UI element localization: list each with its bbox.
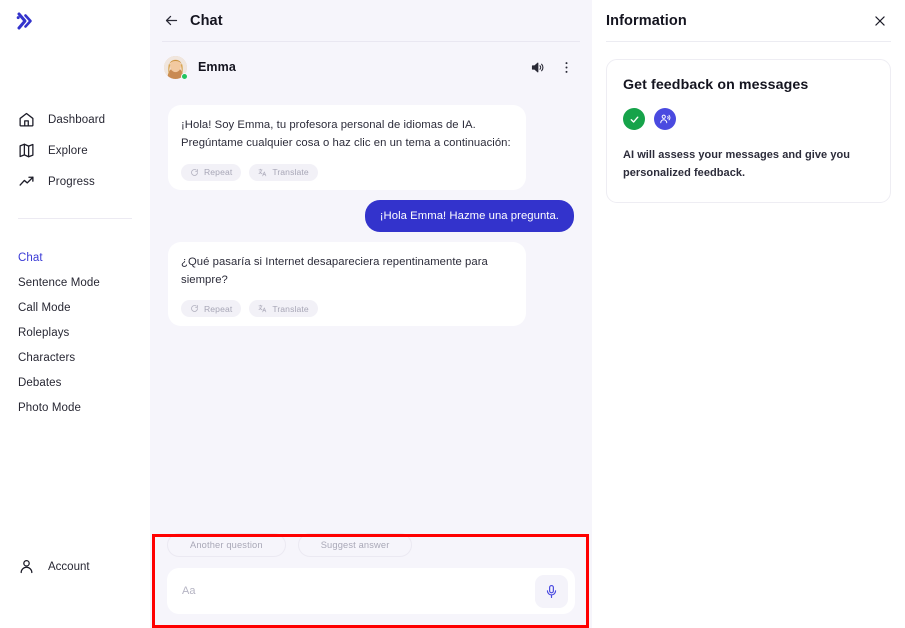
home-icon: [19, 112, 34, 127]
message-row-assistant: ¿Qué pasaría si Internet desapareciera r…: [168, 241, 574, 327]
check-icon: [630, 116, 638, 123]
message-actions: Repeat Translate: [181, 163, 513, 181]
sidebar: Dashboard Explore Progress Chat Sentence: [0, 0, 150, 628]
sidebar-divider: [18, 218, 132, 219]
soundwave-logo: [16, 12, 32, 30]
message-actions: Repeat Translate: [181, 300, 513, 318]
sidebar-item-label: Explore: [48, 144, 88, 157]
translate-button[interactable]: Translate: [249, 300, 318, 318]
information-divider: [606, 41, 891, 42]
sidebar-item-account[interactable]: Account: [0, 558, 90, 575]
feedback-card: Get feedback on messages AI will assess …: [606, 59, 891, 203]
message-bubble-user: ¡Hola Emma! Hazme una pregunta.: [364, 199, 574, 232]
check-badge: [623, 108, 645, 130]
repeat-icon: [191, 305, 198, 313]
person-speaking-icon: [660, 114, 671, 124]
message-text: ¡Hola! Soy Emma, tu profesora personal d…: [181, 119, 511, 150]
sidebar-item-roleplays[interactable]: Roleplays: [0, 320, 150, 345]
app-root: Dashboard Explore Progress Chat Sentence: [0, 0, 905, 628]
information-panel: Information Get feedback on messages AI …: [592, 0, 905, 628]
translate-icon: [258, 304, 267, 313]
speaking-badge: [654, 108, 676, 130]
repeat-icon: [191, 168, 198, 176]
account-label: Account: [48, 560, 90, 573]
sidebar-modes-nav: Chat Sentence Mode Call Mode Roleplays C…: [0, 245, 150, 420]
sidebar-item-progress[interactable]: Progress: [0, 166, 150, 197]
more-vertical-icon[interactable]: [559, 60, 574, 75]
sidebar-item-chat[interactable]: Chat: [0, 245, 150, 270]
sidebar-item-label: Progress: [48, 175, 95, 188]
sidebar-item-debates[interactable]: Debates: [0, 370, 150, 395]
sidebar-item-call-mode[interactable]: Call Mode: [0, 295, 150, 320]
sidebar-item-dashboard[interactable]: Dashboard: [0, 104, 150, 135]
sidebar-item-photo-mode[interactable]: Photo Mode: [0, 395, 150, 420]
repeat-button[interactable]: Repeat: [181, 163, 242, 181]
message-row-user: ¡Hola Emma! Hazme una pregunta.: [168, 199, 574, 232]
sidebar-item-characters[interactable]: Characters: [0, 345, 150, 370]
translate-button[interactable]: Translate: [249, 163, 318, 181]
repeat-label: Repeat: [204, 303, 233, 314]
sidebar-main-nav: Dashboard Explore Progress: [0, 104, 150, 197]
online-status-dot: [181, 72, 188, 80]
speaker-icon[interactable]: [530, 60, 545, 75]
chat-partner-bar: Emma: [150, 42, 592, 92]
message-text: ¿Qué pasaría si Internet desapareciera r…: [181, 255, 488, 286]
information-header: Information: [592, 0, 905, 41]
repeat-button[interactable]: Repeat: [181, 300, 242, 318]
information-title: Information: [606, 12, 687, 29]
feedback-card-description: AI will assess your messages and give yo…: [623, 149, 851, 179]
logo-container[interactable]: [0, 0, 150, 46]
chat-panel: Chat Emma ¡Hola! Soy Emma, tu profesora …: [150, 0, 592, 628]
sidebar-item-explore[interactable]: Explore: [0, 135, 150, 166]
chat-partner-name: Emma: [198, 60, 236, 74]
map-icon: [19, 143, 34, 158]
composer-highlight-annotation: [152, 534, 589, 628]
message-row-assistant: ¡Hola! Soy Emma, tu profesora personal d…: [168, 105, 574, 190]
message-bubble-assistant: ¡Hola! Soy Emma, tu profesora personal d…: [168, 105, 526, 190]
sidebar-item-label: Dashboard: [48, 113, 106, 126]
translate-label: Translate: [272, 303, 309, 314]
feedback-card-title: Get feedback on messages: [623, 77, 809, 93]
translate-label: Translate: [272, 167, 309, 178]
feedback-card-badges: [623, 108, 874, 130]
person-icon: [20, 559, 33, 574]
sidebar-item-sentence-mode[interactable]: Sentence Mode: [0, 270, 150, 295]
translate-icon: [258, 168, 267, 176]
arrow-left-icon[interactable]: [164, 13, 179, 28]
trending-up-icon: [19, 176, 34, 186]
chat-partner-actions: [530, 60, 574, 75]
repeat-label: Repeat: [204, 167, 233, 178]
chat-topbar: Chat: [150, 0, 592, 41]
close-icon[interactable]: [873, 14, 887, 28]
avatar[interactable]: [164, 55, 188, 80]
page-title: Chat: [190, 12, 223, 29]
message-bubble-assistant: ¿Qué pasaría si Internet desapareciera r…: [168, 241, 526, 327]
